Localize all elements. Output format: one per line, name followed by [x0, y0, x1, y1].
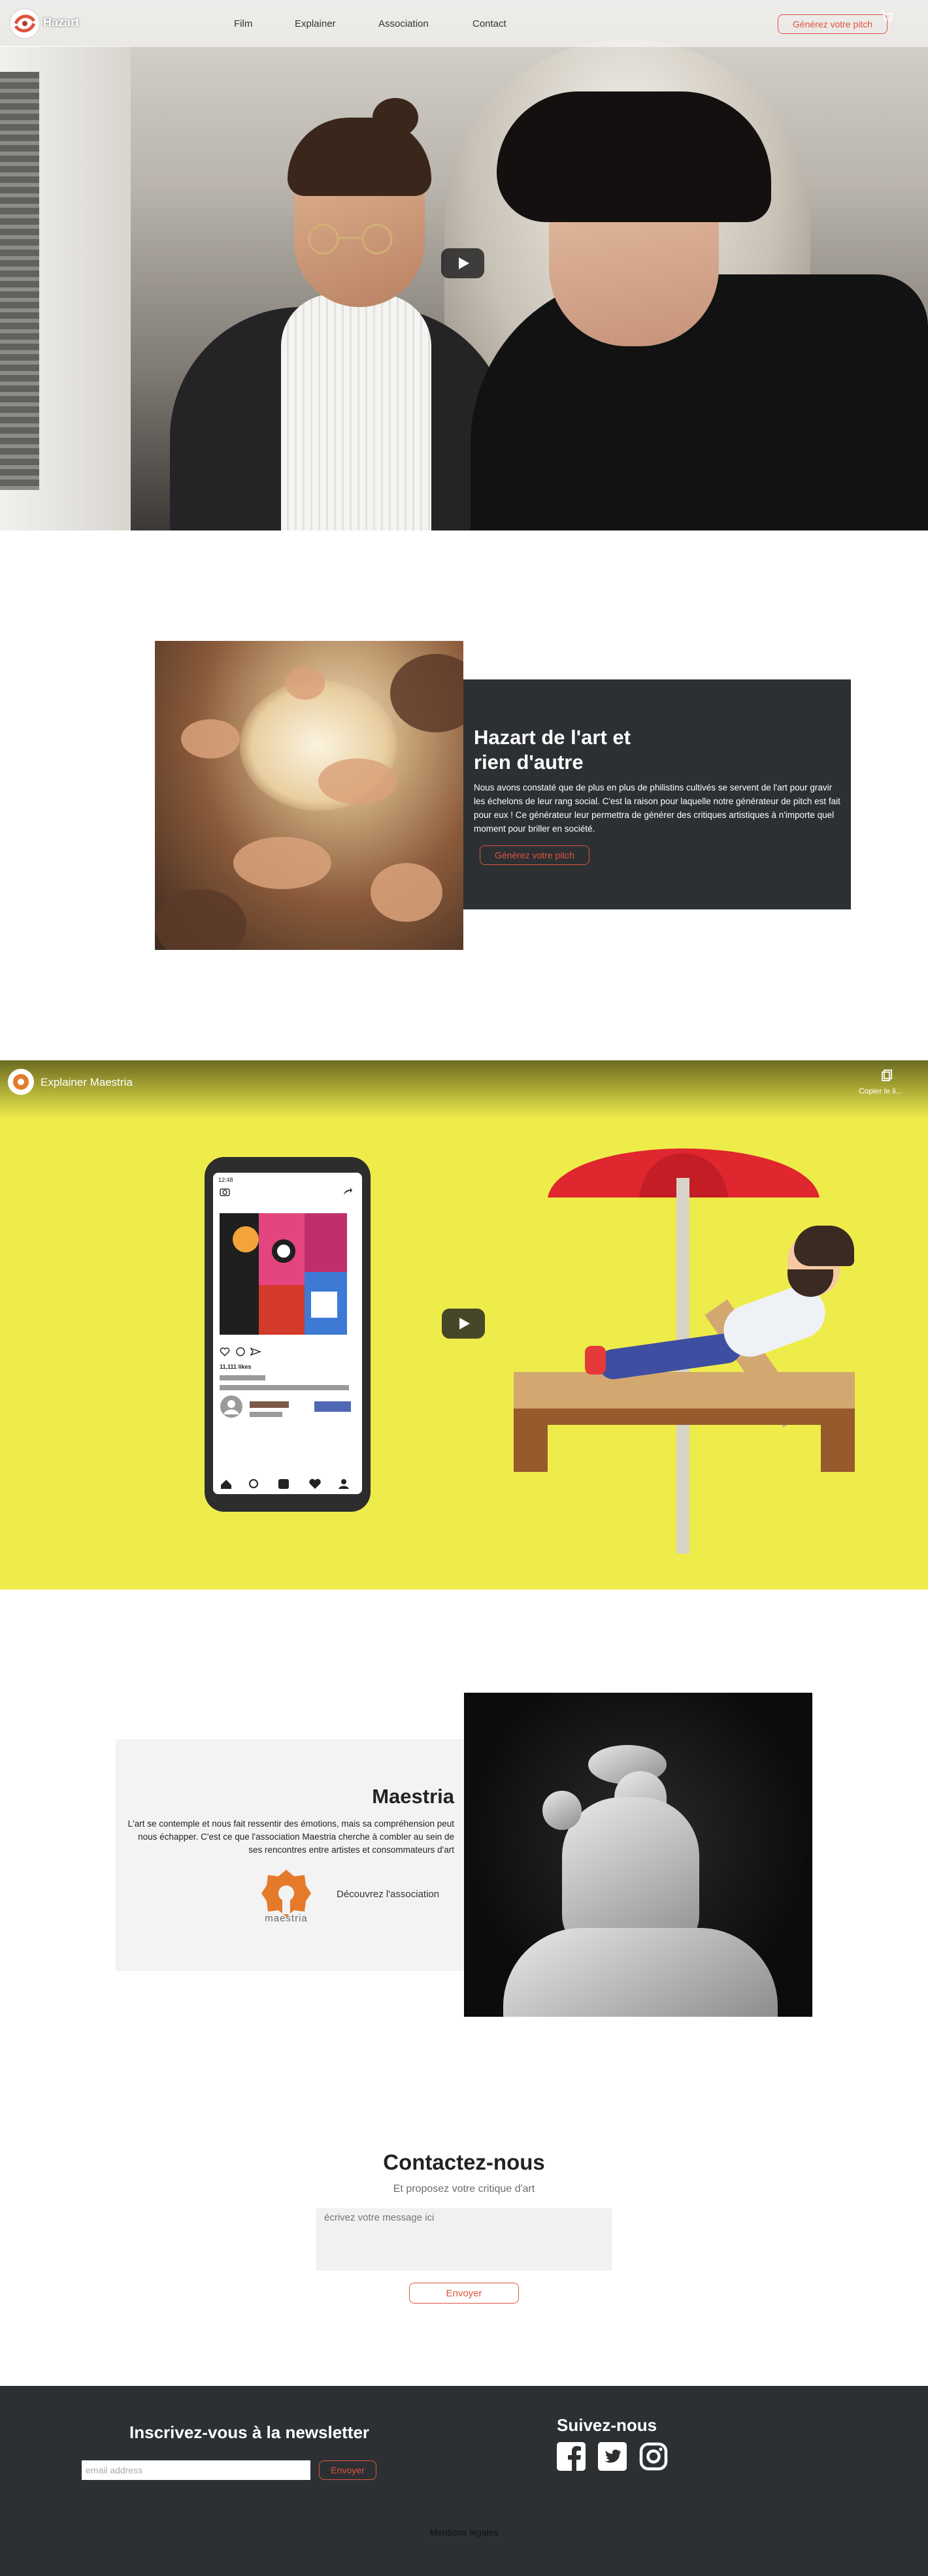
statue-head [542, 1791, 582, 1830]
hero-glasses [308, 223, 393, 255]
cart-icon[interactable] [880, 9, 894, 24]
painting-cloud [155, 889, 246, 950]
footer [0, 2386, 928, 2576]
chair-leg-left [514, 1425, 548, 1472]
art-block [259, 1285, 305, 1335]
maestria-description: L'art se contemple et nous fait ressenti… [127, 1819, 454, 1855]
comment-name-line [250, 1401, 289, 1408]
nav-association[interactable]: Association [378, 18, 429, 29]
nav-contact[interactable]: Contact [472, 18, 506, 29]
painting-cloud [390, 654, 463, 732]
instagram-icon[interactable] [639, 2442, 668, 2471]
post-artwork [220, 1213, 347, 1335]
hero-person-left-sweater [281, 294, 431, 530]
nav-explainer[interactable]: Explainer [295, 18, 336, 29]
legal-mentions-link[interactable]: Mentions légales [0, 2527, 928, 2537]
newsletter-email-input[interactable] [82, 2460, 310, 2480]
newsletter-submit-button[interactable]: Envoyer [319, 2460, 376, 2480]
logo-icon [14, 14, 36, 33]
maestria-logo-text: maestria [265, 1913, 308, 1924]
hero-shutter [0, 72, 39, 490]
share-icon [344, 1188, 352, 1195]
camera-icon [220, 1188, 230, 1196]
painting-figure [318, 758, 397, 804]
hazart-pitch-button[interactable]: Générez votre pitch [480, 845, 589, 865]
header-pitch-button[interactable]: Générez votre pitch [778, 14, 887, 34]
art-block [305, 1213, 347, 1272]
contact-submit-button[interactable]: Envoyer [409, 2283, 519, 2304]
discover-association-link[interactable]: Découvrez l'association [337, 1889, 439, 1900]
copy-link-icon[interactable] [880, 1068, 894, 1083]
art-block [233, 1226, 259, 1252]
logo-text[interactable]: Hazart [43, 16, 79, 29]
twitter-icon[interactable] [598, 2442, 627, 2471]
nav-film[interactable]: Film [234, 18, 252, 29]
phone-time: 12:48 [218, 1177, 233, 1183]
comment-text-line [250, 1412, 282, 1417]
maestria-avatar-icon [13, 1074, 29, 1090]
hazart-title: Hazart de l'art et rien d'autre [474, 725, 670, 775]
painting-figure [181, 719, 240, 758]
hero-video[interactable] [0, 0, 928, 530]
art-block [311, 1292, 337, 1318]
follow-chip [314, 1401, 351, 1412]
maestria-title: Maestria [372, 1785, 454, 1808]
facebook-icon[interactable] [557, 2442, 586, 2471]
page: Hazart Film Explainer Association Contac… [0, 0, 928, 2576]
art-block [272, 1239, 295, 1263]
explainer-video[interactable]: Explainer Maestria Copier le li... 12:48 [0, 1060, 928, 1590]
follow-title: Suivez-nous [557, 2415, 657, 2435]
chair-leg-right [821, 1425, 855, 1472]
channel-avatar[interactable] [8, 1069, 34, 1095]
newsletter-title: Inscrivez-vous à la newsletter [129, 2422, 370, 2442]
post-caption-line [220, 1385, 349, 1390]
top-navbar: Hazart Film Explainer Association Contac… [0, 0, 928, 47]
statue-base [503, 1928, 778, 2017]
video-title[interactable]: Explainer Maestria [41, 1076, 133, 1089]
contact-title: Contactez-nous [383, 2150, 545, 2174]
phone-illustration: 12:48 11,111 likes [205, 1157, 371, 1512]
hazart-title-line1: Hazart de l'art et [474, 726, 631, 749]
site-logo[interactable] [9, 8, 41, 39]
statue-image [464, 1693, 812, 2017]
painting-figure [233, 837, 331, 889]
contact-subtitle: Et proposez votre critique d'art [393, 2183, 535, 2194]
hero-person-right-hair [497, 91, 771, 222]
hero-play-icon[interactable] [441, 248, 484, 278]
phone-bottom-nav-icons [213, 1471, 362, 1494]
painting-figure [371, 863, 442, 922]
man-hair [794, 1226, 854, 1266]
copy-link-label[interactable]: Copier le li... [859, 1086, 903, 1096]
video-top-shade [0, 1060, 928, 1119]
post-actions-icons [220, 1347, 262, 1356]
hazart-description: Nous avons constaté que de plus en plus … [474, 783, 840, 834]
man-shoe [585, 1346, 606, 1375]
explainer-play-icon[interactable] [442, 1309, 485, 1339]
hero-person-left-bun [373, 98, 418, 137]
chair-frame [514, 1409, 855, 1425]
post-likes: 11,111 likes [220, 1363, 252, 1370]
profile-avatar-icon [220, 1395, 242, 1418]
hazart-title-line2: rien d'autre [474, 751, 584, 774]
phone-screen: 12:48 11,111 likes [213, 1173, 362, 1494]
contact-message-field[interactable] [316, 2208, 612, 2271]
chair-seat [514, 1372, 855, 1409]
post-caption-line [220, 1375, 265, 1380]
painting-figure [286, 667, 325, 700]
baroque-painting-image [155, 641, 463, 950]
